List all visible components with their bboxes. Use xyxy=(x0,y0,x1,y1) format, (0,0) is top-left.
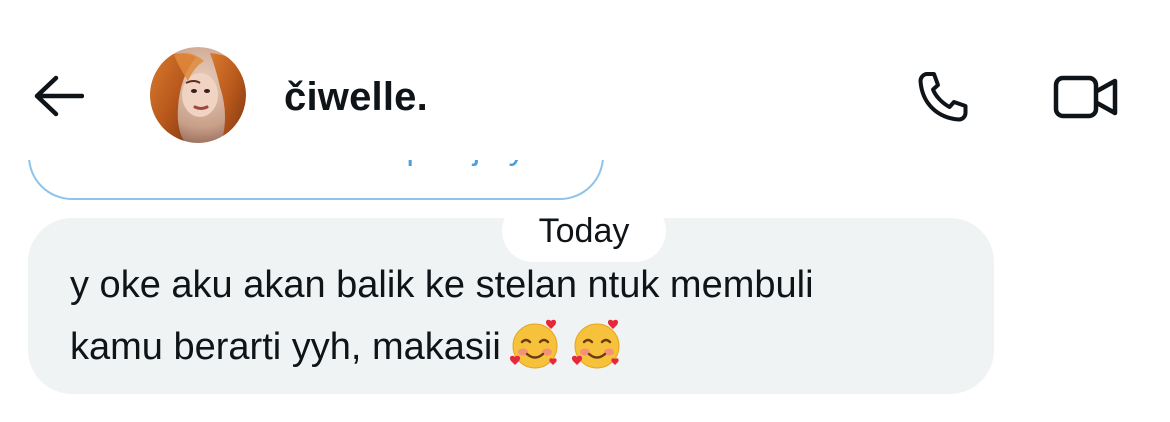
video-call-button[interactable] xyxy=(1046,62,1126,132)
avatar[interactable] xyxy=(150,47,246,143)
back-button[interactable] xyxy=(30,70,86,122)
date-divider: Today xyxy=(502,200,666,262)
date-divider-label: Today xyxy=(538,212,630,250)
conversation-header: čiwelle. xyxy=(0,0,1170,160)
contact-name[interactable]: čiwelle. xyxy=(284,74,428,120)
message-line-with-emoji: kamu berarti yyh, makasii xyxy=(70,316,952,378)
voice-call-button[interactable] xyxy=(908,62,978,132)
dm-conversation-screen: wanisoon kon ama siapa aja ya xyxy=(0,0,1170,422)
message-line: y oke aku akan balik ke stelan ntuk memb… xyxy=(70,264,814,306)
arrow-left-icon xyxy=(34,75,84,117)
video-camera-icon xyxy=(1053,75,1118,119)
smiling-face-with-hearts-icon xyxy=(509,319,558,369)
message-line-text: kamu berarti yyh, makasii xyxy=(70,326,501,368)
message-text: y oke aku akan balik ke stelan ntuk memb… xyxy=(70,254,952,378)
smiling-face-with-hearts-icon xyxy=(571,319,620,369)
phone-icon xyxy=(918,72,968,122)
avatar-image xyxy=(150,47,246,143)
